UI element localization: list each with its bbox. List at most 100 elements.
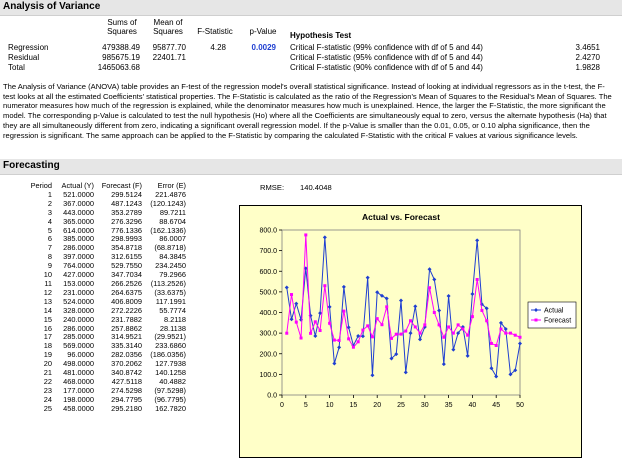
data-point-forecast <box>394 332 398 336</box>
period-cell: 5 <box>47 225 52 235</box>
data-point-forecast <box>290 293 294 297</box>
x-tick-label: 40 <box>469 402 477 409</box>
data-point-forecast <box>313 320 317 324</box>
data-point-forecast <box>480 308 484 312</box>
data-point-forecast <box>361 328 365 332</box>
data-point-forecast <box>470 315 474 319</box>
period-cell: 7 <box>47 243 52 253</box>
x-tick-label: 20 <box>373 402 381 409</box>
forecasting-section-header: Forecasting <box>0 159 622 175</box>
rmse-label: RMSE: <box>260 183 285 192</box>
x-tick-label: 15 <box>350 402 358 409</box>
period-cell: 8 <box>47 252 52 262</box>
row-label: Regression <box>8 43 49 52</box>
critical-f-95-text: Critical F-statistic (95% confidence wit… <box>290 53 483 62</box>
data-point-forecast <box>380 323 384 327</box>
critical-f-99-text: Critical F-statistic (99% confidence wit… <box>290 43 483 52</box>
legend-label: Actual <box>544 308 564 315</box>
rmse-value: 140.4048 <box>300 183 332 192</box>
y-tick-label: 700.0 <box>259 248 277 255</box>
actual-vs-forecast-chart: Actual vs. Forecast 0.0 100.0 200.0 300.0 400… <box>239 205 582 458</box>
data-point-forecast <box>504 331 508 335</box>
ms-header-2: Squares <box>153 27 183 36</box>
data-point-forecast <box>318 329 322 333</box>
ss-header-1: Sums of <box>107 18 137 27</box>
y-tick-label: 600.0 <box>259 269 277 276</box>
data-point-forecast <box>389 336 393 340</box>
y-tick-label: 300.0 <box>259 331 277 338</box>
data-point-forecast <box>432 311 436 314</box>
data-point-forecast <box>451 331 455 335</box>
anova-section-header: Analysis of Variance <box>0 0 622 16</box>
data-point-forecast <box>347 337 351 341</box>
critical-f-95-value: 2.4270 <box>575 53 600 62</box>
forecasting-title: Forecasting <box>3 160 60 171</box>
period-cell: 25 <box>43 403 52 413</box>
data-point-forecast <box>437 323 441 327</box>
data-point-forecast <box>456 323 460 327</box>
sum-of-squares: 1465063.68 <box>97 63 140 72</box>
forecast-cell: 295.2180 <box>111 403 142 413</box>
data-point-forecast <box>304 233 308 237</box>
data-point-forecast <box>447 325 451 329</box>
critical-f-90-text: Critical F-statistic (90% confidence wit… <box>290 63 483 72</box>
data-point-forecast <box>442 335 446 339</box>
period-cell: 3 <box>47 207 52 217</box>
x-tick-label: 35 <box>445 402 453 409</box>
data-point-forecast <box>356 340 360 344</box>
anova-title: Analysis of Variance <box>3 1 101 12</box>
data-point-forecast <box>485 319 489 323</box>
data-point-forecast <box>285 331 289 335</box>
data-point-forecast <box>309 331 313 335</box>
x-tick-label: 0 <box>280 402 284 409</box>
data-point-forecast <box>466 333 470 337</box>
x-tick-label: 10 <box>326 402 334 409</box>
data-point-forecast <box>518 335 522 339</box>
data-point-forecast <box>385 305 389 309</box>
data-point-forecast <box>366 324 370 328</box>
chart-svg: Actual vs. Forecast0.0100.0200.0300.0400… <box>259 212 577 409</box>
period-cell: 2 <box>47 198 52 208</box>
x-tick-label: 5 <box>304 402 308 409</box>
x-tick-label: 30 <box>421 402 429 409</box>
data-point-forecast <box>370 335 374 339</box>
period-cell: 6 <box>47 234 52 244</box>
data-point-forecast <box>294 320 298 324</box>
row-label: Residual <box>8 53 40 62</box>
sum-of-squares: 985675.19 <box>102 53 140 62</box>
data-point-forecast <box>499 327 503 331</box>
x-tick-label: 50 <box>516 402 524 409</box>
data-point-forecast <box>351 345 355 349</box>
row-label: Total <box>8 63 25 72</box>
critical-f-99-value: 3.4651 <box>575 43 600 52</box>
y-tick-label: 0.0 <box>267 393 277 400</box>
data-point-forecast <box>375 317 379 321</box>
legend-marker <box>534 318 538 322</box>
data-point-forecast <box>423 323 427 327</box>
chart-title: Actual vs. Forecast <box>362 212 440 222</box>
legend-label: Forecast <box>544 318 571 325</box>
table-row: 25 458.0000 295.2180 162.7820 <box>0 403 186 414</box>
data-point-forecast <box>332 338 336 342</box>
y-tick-label: 400.0 <box>259 310 277 317</box>
y-tick-label: 800.0 <box>259 228 277 235</box>
data-point-forecast <box>513 333 517 337</box>
sum-of-squares: 479388.49 <box>102 43 140 52</box>
y-tick-label: 200.0 <box>259 351 277 358</box>
data-point-forecast <box>337 338 341 342</box>
fstat-header: F-Statistic <box>197 27 233 36</box>
data-point-forecast <box>409 319 413 323</box>
data-point-forecast <box>489 341 493 345</box>
data-point-forecast <box>323 284 327 288</box>
data-point-forecast <box>508 331 512 335</box>
data-point-forecast <box>413 325 417 329</box>
p-value: 0.0029 <box>251 43 276 52</box>
ms-header-1: Mean of <box>153 18 183 27</box>
mean-of-squares: 95877.70 <box>152 43 186 52</box>
x-tick-label: 45 <box>492 402 500 409</box>
mean-of-squares: 22401.71 <box>152 53 186 62</box>
plot-area <box>281 229 521 396</box>
data-point-forecast <box>328 321 332 325</box>
f-statistic-value: 4.28 <box>210 43 226 52</box>
x-tick-label: 25 <box>397 402 405 409</box>
